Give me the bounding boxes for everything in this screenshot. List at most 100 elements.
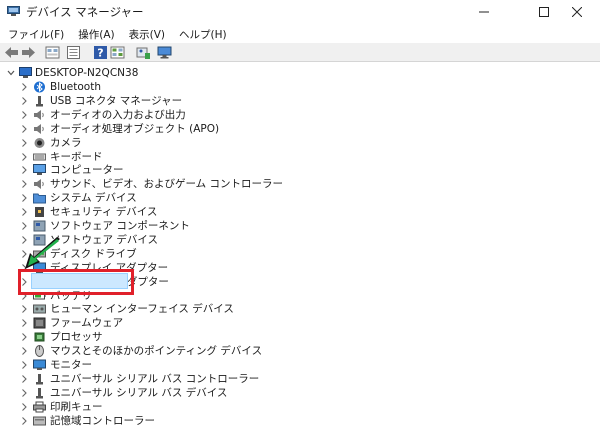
annotation-arrow-icon: [25, 237, 60, 269]
help-icon[interactable]: ?: [93, 45, 108, 60]
tree-item-label: ソフトウェア コンポーネント: [50, 220, 190, 232]
tree-item[interactable]: ソフトウェア コンポーネント: [0, 219, 400, 233]
chevron-right-icon[interactable]: [20, 138, 28, 148]
chevron-right-icon[interactable]: [20, 360, 28, 370]
tree-item[interactable]: Bluetooth: [0, 80, 400, 94]
tree-item[interactable]: ファームウェア: [0, 316, 400, 330]
back-arrow-icon[interactable]: [4, 45, 19, 60]
tree-item[interactable]: プロセッサ: [0, 330, 400, 344]
mouse-icon: [35, 345, 44, 358]
tree-item[interactable]: オーディオの入力および出力: [0, 108, 400, 122]
processor-icon: [34, 332, 45, 342]
firmware-icon: [33, 317, 46, 329]
tree-item-label: プロセッサ: [50, 331, 103, 344]
tree-item-label: USB コネクタ マネージャー: [50, 94, 183, 107]
keyboard-icon: [33, 153, 46, 160]
tree-item[interactable]: ユニバーサル シリアル バス コントローラー: [0, 372, 400, 386]
tree-item-label: 印刷キュー: [50, 400, 103, 413]
monitor-icon[interactable]: [157, 45, 172, 60]
chevron-right-icon[interactable]: [20, 304, 28, 314]
chevron-right-icon[interactable]: [20, 402, 28, 412]
chevron-right-icon[interactable]: [20, 332, 28, 342]
tree-item[interactable]: モニター: [0, 358, 400, 372]
tree-item-label: Bluetooth: [50, 81, 101, 93]
monitor-icon: [33, 359, 46, 370]
menu-help[interactable]: ヘルプ(H): [179, 27, 227, 42]
hid-icon: [33, 304, 46, 314]
window-title: デバイス マネージャー: [26, 5, 144, 19]
minimize-icon: [479, 11, 489, 13]
tree-item[interactable]: オーディオ処理オブジェクト (APO): [0, 122, 400, 136]
tree-item-label: キーボード: [50, 150, 103, 163]
tree-item[interactable]: マウスとそのほかのポインティング デバイス: [0, 344, 400, 358]
folder-icon: [33, 193, 46, 204]
tree-item[interactable]: セキュリティ デバイス: [0, 205, 400, 219]
chevron-right-icon[interactable]: [20, 374, 28, 384]
chevron-right-icon[interactable]: [20, 179, 28, 189]
chevron-right-icon[interactable]: [20, 346, 28, 356]
show-hidden-icon[interactable]: [45, 45, 60, 60]
menu-file[interactable]: ファイル(F): [8, 27, 64, 42]
close-icon: [572, 7, 582, 17]
chevron-right-icon[interactable]: [20, 96, 28, 106]
speaker-icon: [34, 109, 44, 120]
tree-item[interactable]: サウンド、ビデオ、およびゲーム コントローラー: [0, 177, 400, 191]
chevron-right-icon[interactable]: [20, 110, 28, 120]
chevron-right-icon[interactable]: [20, 221, 28, 231]
tree-item-label: ソフトウェア デバイス: [50, 233, 159, 246]
chevron-right-icon[interactable]: [20, 124, 28, 134]
tree-item-label: ユニバーサル シリアル バス デバイス: [50, 386, 228, 399]
camera-icon: [34, 137, 45, 148]
forward-arrow-icon[interactable]: [21, 45, 36, 60]
tree-item[interactable]: USB コネクタ マネージャー: [0, 94, 400, 108]
chevron-right-icon[interactable]: [20, 207, 28, 217]
tree-item[interactable]: システム デバイス: [0, 191, 400, 205]
chevron-right-icon[interactable]: [20, 82, 28, 92]
computer-root-icon: [19, 67, 32, 78]
menu-view[interactable]: 表示(V): [129, 27, 165, 42]
close-button[interactable]: [554, 0, 600, 24]
tree-item-label: マウスとそのほかのポインティング デバイス: [50, 345, 263, 358]
usb-icon: [36, 387, 43, 399]
scan-hardware-icon[interactable]: [136, 45, 151, 60]
chevron-down-icon[interactable]: [7, 69, 15, 77]
tree-item[interactable]: 記憶域コントローラー: [0, 414, 400, 428]
tree-item[interactable]: ヒューマン インターフェイス デバイス: [0, 302, 400, 316]
tree-root[interactable]: DESKTOP-N2QCN38: [0, 66, 200, 80]
tree-item-label: モニター: [50, 359, 92, 371]
chevron-right-icon[interactable]: [20, 152, 28, 162]
computer-icon: [33, 164, 46, 176]
tree-item[interactable]: 印刷キュー: [0, 400, 400, 414]
tree-item[interactable]: キーボード: [0, 150, 400, 164]
menu-action[interactable]: 操作(A): [78, 27, 114, 42]
speaker-icon: [34, 123, 44, 134]
title-bar: デバイス マネージャー: [0, 0, 600, 24]
printer-icon: [33, 401, 46, 413]
chevron-right-icon[interactable]: [20, 388, 28, 398]
tree-item-label: サウンド、ビデオ、およびゲーム コントローラー: [50, 178, 283, 191]
tree-item-label: オーディオ処理オブジェクト (APO): [50, 122, 220, 135]
tree-item[interactable]: ユニバーサル シリアル バス デバイス: [0, 386, 400, 400]
minimize-button[interactable]: [461, 0, 507, 24]
toolbar: ?: [0, 43, 600, 62]
annotation-box: [18, 269, 134, 295]
tree-item-label: セキュリティ デバイス: [50, 206, 158, 219]
tree-item-label: ヒューマン インターフェイス デバイス: [50, 303, 234, 316]
security-icon: [35, 207, 44, 218]
speaker-icon: [34, 179, 44, 190]
component-icon: [33, 220, 46, 232]
tree-item[interactable]: コンピューター: [0, 163, 400, 177]
tree-item[interactable]: カメラ: [0, 136, 400, 150]
maximize-icon: [539, 7, 549, 17]
usb-icon: [36, 373, 43, 385]
storage-icon: [33, 416, 46, 426]
computer-name: DESKTOP-N2QCN38: [35, 67, 139, 79]
properties-icon[interactable]: [66, 45, 81, 60]
chevron-right-icon[interactable]: [20, 193, 28, 203]
bluetooth-icon: [34, 81, 45, 93]
chevron-right-icon[interactable]: [20, 416, 28, 426]
chevron-right-icon[interactable]: [20, 165, 28, 175]
chevron-right-icon[interactable]: [20, 318, 28, 328]
device-tree: DESKTOP-N2QCN38 Bluetooth USB コネクタ マネージャー…: [0, 62, 600, 440]
view-icon[interactable]: [110, 45, 125, 60]
